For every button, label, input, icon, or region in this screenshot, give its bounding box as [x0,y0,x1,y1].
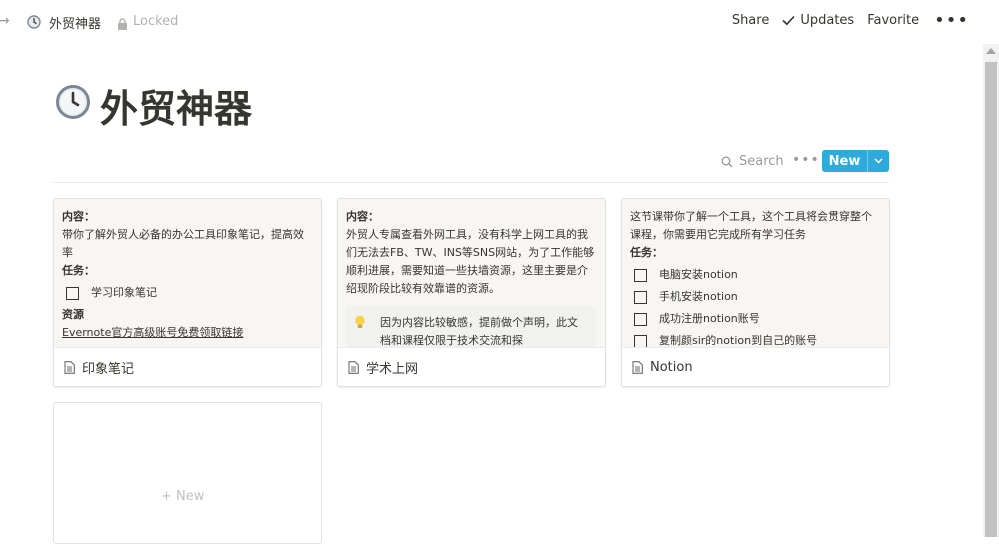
todo-item[interactable]: 成功注册notion账号 [630,310,880,328]
search-label: Search [739,154,784,169]
task-heading: 任务： [630,246,663,259]
content-heading: 内容： [346,210,379,223]
card-footer[interactable]: 印象笔记 [54,347,321,386]
breadcrumb-title[interactable]: 外贸神器 [49,13,101,32]
more-options-icon[interactable]: ••• [934,12,969,30]
new-button-label: New [828,153,861,169]
gallery-card[interactable]: 这节课带你了解一个工具，这个工具将会贯穿整个课程，你需要用它完成所有学习任务 任… [621,198,890,387]
database-more-icon[interactable]: ••• [792,152,820,168]
card-title[interactable]: Notion [650,360,693,375]
add-new-label: + New [161,489,205,504]
updates-label: Updates [800,13,855,28]
todo-item[interactable]: 学习印象笔记 [62,284,312,302]
content-text: 这节课带你了解一个工具，这个工具将会贯穿整个课程，你需要用它完成所有学习任务 [630,210,872,241]
page-icon [632,361,643,374]
scroll-up-icon[interactable] [986,48,996,54]
add-new-card[interactable]: + New [53,402,322,544]
favorite-button[interactable]: Favorite [867,13,919,28]
search-button[interactable]: Search [721,154,784,169]
todo-label: 电脑安装notion [659,268,738,281]
lightbulb-icon [354,314,380,347]
todo-item[interactable]: 手机安装notion [630,288,880,306]
todo-label: 手机安装notion [659,290,738,303]
divider [53,182,889,183]
updates-button[interactable]: Updates [782,13,854,28]
page-title[interactable]: 外贸神器 [100,78,252,133]
card-title[interactable]: 学术上网 [366,358,418,377]
checkbox[interactable] [634,334,647,347]
checkbox[interactable] [634,290,647,304]
gallery-card[interactable]: 内容： 带你了解外贸人必备的办公工具印象笔记，提高效率 任务： 学习印象笔记 资… [53,198,322,387]
new-dropdown-icon[interactable] [868,158,889,164]
card-preview: 这节课带你了解一个工具，这个工具将会贯穿整个课程，你需要用它完成所有学习任务 任… [622,199,889,347]
todo-item[interactable]: 电脑安装notion [630,266,880,284]
content-heading: 内容： [62,210,95,223]
callout: 因为内容比较敏感，提前做个声明，此文档和课程仅限于技术交流和探 [346,306,596,347]
scrollbar-thumb[interactable] [985,62,997,537]
card-footer[interactable]: Notion [622,347,889,386]
content-text: 外贸人专属查看外网工具，没有科学上网工具的我们无法去FB、TW、INS等SNS网… [346,228,595,295]
todo-label: 学习印象笔记 [91,286,157,299]
forward-arrow-icon[interactable]: → [0,13,10,29]
todo-label: 成功注册notion账号 [659,312,760,325]
checkbox[interactable] [66,286,79,300]
clock-icon [27,14,41,33]
callout-text: 因为内容比较敏感，提前做个声明，此文档和课程仅限于技术交流和探 [380,316,578,347]
todo-item[interactable]: 复制颜sir的notion到自己的账号 [630,332,880,347]
resource-heading: 资源 [62,308,84,321]
lock-icon [117,15,128,34]
card-title[interactable]: 印象笔记 [82,358,134,377]
check-icon [782,15,795,26]
card-preview: 内容： 带你了解外贸人必备的办公工具印象笔记，提高效率 任务： 学习印象笔记 资… [54,199,321,347]
card-preview: 内容： 外贸人专属查看外网工具，没有科学上网工具的我们无法去FB、TW、INS等… [338,199,605,347]
page-clock-icon[interactable] [55,84,91,124]
content-text: 带你了解外贸人必备的办公工具印象笔记，提高效率 [62,228,304,259]
page-icon [348,361,359,374]
todo-label: 复制颜sir的notion到自己的账号 [659,334,818,347]
share-button[interactable]: Share [732,13,770,28]
checkbox[interactable] [634,268,647,282]
share-label: Share [731,13,770,28]
favorite-label: Favorite [867,13,920,28]
card-footer[interactable]: 学术上网 [338,347,605,386]
locked-label[interactable]: Locked [133,14,178,29]
checkbox[interactable] [634,312,647,326]
resource-link[interactable]: Evernote官方高级账号免费领取链接 [62,324,312,342]
gallery-card[interactable]: 内容： 外贸人专属查看外网工具，没有科学上网工具的我们无法去FB、TW、INS等… [337,198,606,387]
topbar: → 外贸神器 Locked Share Updates Favorite ••• [0,0,982,44]
page-icon [64,361,75,374]
search-icon [721,156,733,168]
new-button[interactable]: New [822,150,889,172]
task-heading: 任务： [62,264,95,277]
